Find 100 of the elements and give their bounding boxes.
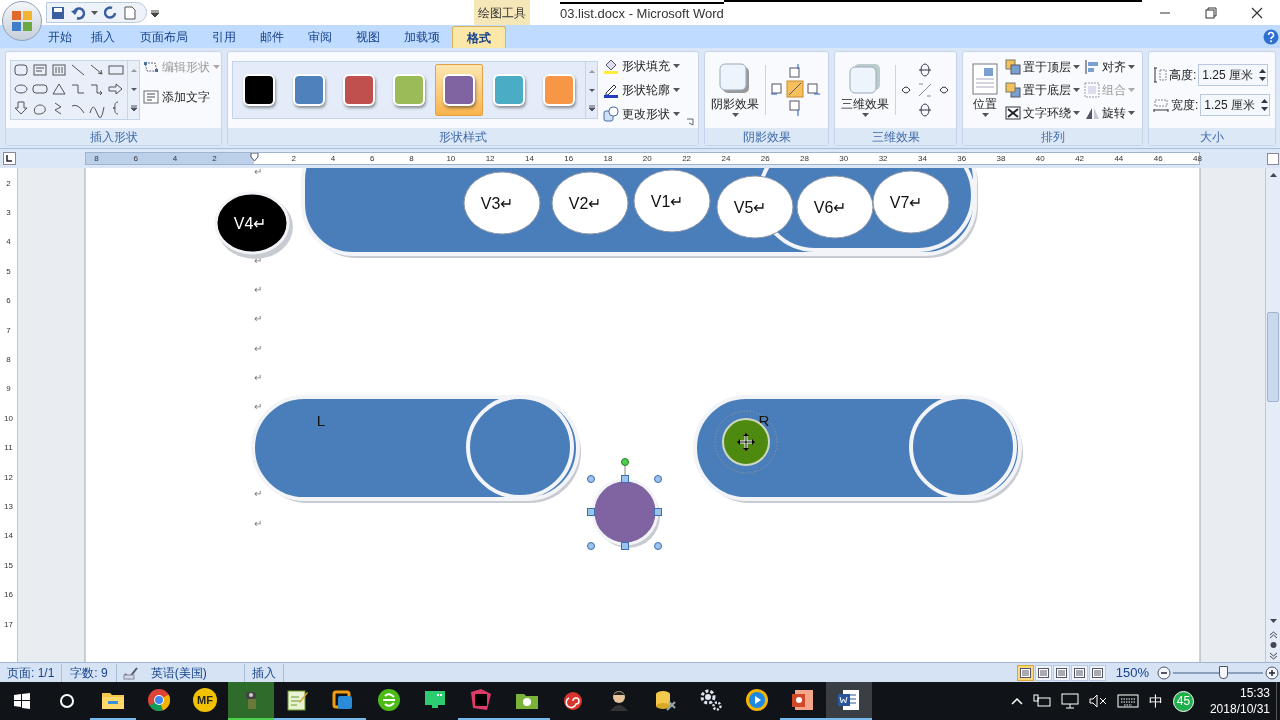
ribbon-tab[interactable]: 插入 (78, 26, 128, 48)
chevron-up-icon[interactable] (1010, 697, 1023, 705)
help-icon[interactable] (1263, 29, 1279, 45)
speaker-muted-icon[interactable] (1088, 694, 1107, 708)
ruler-number: 2 (290, 153, 297, 164)
spinner-icon[interactable] (1261, 97, 1269, 113)
presentation-icon (791, 688, 815, 712)
keyboard-icon[interactable] (1116, 694, 1139, 708)
taskbar-app-button[interactable] (826, 682, 872, 720)
node-circle[interactable] (214, 191, 293, 259)
ruler-number: 10 (4, 412, 13, 425)
group-label: 插入形状 (6, 128, 221, 145)
spinner-icon[interactable] (1259, 67, 1267, 83)
page-count[interactable]: 页面: 1/1 (0, 663, 63, 682)
ruler-number: 26 (759, 153, 771, 164)
insert-mode-indicator[interactable]: 插入 (244, 663, 284, 682)
ruler-number: 42 (1074, 153, 1086, 164)
arrange-command-button[interactable]: 旋转 (1084, 104, 1135, 122)
input-method-indicator[interactable]: 中 (1148, 690, 1163, 712)
circle-shape[interactable] (591, 478, 660, 548)
node-circle[interactable] (796, 175, 874, 239)
size-input-field[interactable]: 1.25 厘米 (1198, 64, 1269, 86)
front-arrange-icon (1005, 59, 1021, 75)
3d-effects-button[interactable]: 三维效果 (839, 63, 891, 117)
dropdown-arrow-icon (1073, 65, 1080, 69)
network-icon[interactable] (1060, 693, 1079, 709)
ribbon-tab[interactable]: 加载项 (392, 26, 452, 48)
dropdown-arrow-icon[interactable] (91, 10, 98, 15)
print-layout-icon (1019, 667, 1031, 678)
node-label: V4↵ (233, 215, 267, 232)
clock-date[interactable]: 2018/10/31 (1209, 701, 1270, 717)
ribbon-command-button[interactable]: 更改形状 (603, 105, 680, 123)
ruler-number: 38 (995, 153, 1007, 164)
word-count[interactable]: 字数: 9 (62, 663, 117, 682)
selection-handles[interactable] (587, 458, 662, 550)
arrange-command-button[interactable]: 对齐 (1084, 58, 1135, 76)
clock-time[interactable]: 15:33 (1239, 685, 1270, 701)
ribbon-tab[interactable]: 邮件 (248, 26, 296, 48)
ruler-number: 16 (4, 589, 13, 602)
zoom-slider-thumb[interactable] (1218, 665, 1228, 679)
node-circle[interactable] (716, 175, 794, 239)
ruler-number: 8 (6, 354, 11, 367)
style-swatch[interactable] (435, 64, 483, 116)
ribbon-tab[interactable]: 引用 (200, 26, 248, 48)
node-circle[interactable] (872, 170, 950, 234)
ribbon-tab[interactable]: 视图 (344, 26, 392, 48)
dropdown-arrow-icon (1128, 88, 1135, 92)
ruler-number: 6 (6, 295, 11, 308)
small-circle-shape[interactable] (714, 410, 778, 474)
arrange-command-button[interactable]: 文字环绕 (1005, 104, 1080, 122)
ruler-toggle-icon[interactable] (1266, 152, 1279, 165)
shadow-effects-button[interactable]: 阴影效果 (709, 63, 761, 117)
battery-icon[interactable] (1032, 694, 1051, 708)
language-indicator[interactable]: 英语(美国) (144, 663, 245, 682)
dialog-launcher-icon[interactable] (686, 118, 694, 126)
scroll-thumb[interactable] (1267, 312, 1279, 402)
position-button[interactable]: 位置 (967, 63, 1003, 117)
view-button[interactable] (1070, 664, 1088, 681)
tab-selector-icon[interactable] (2, 152, 16, 165)
view-button[interactable] (1034, 664, 1052, 681)
restore-icon[interactable] (1205, 6, 1217, 19)
ribbon-tab[interactable]: 开始 (42, 26, 78, 48)
ribbon-tab[interactable]: 审阅 (296, 26, 344, 48)
add-text-button[interactable]: 添加文字 (143, 88, 220, 106)
shape-gallery-drawing[interactable] (11, 61, 127, 119)
close-icon[interactable] (1251, 6, 1263, 19)
save-icon[interactable] (51, 5, 65, 20)
redo-icon[interactable] (104, 5, 118, 20)
node-circle[interactable] (633, 169, 711, 233)
view-button[interactable] (1088, 664, 1106, 681)
arrange-command-button[interactable]: 置于顶层 (1005, 58, 1080, 76)
size-input-field[interactable]: 1.25 厘米 (1200, 94, 1271, 116)
ribbon-command-button[interactable]: 形状轮廓 (603, 81, 680, 99)
customize-arrow-icon[interactable] (151, 8, 159, 17)
ruler-number: 6 (132, 153, 139, 164)
ruler-number: 3 (6, 207, 11, 220)
dropdown-arrow-icon (1128, 111, 1135, 115)
width-icon (1153, 98, 1169, 112)
taskbar-app-button[interactable]: MF (182, 682, 228, 720)
tilt-controls-drawing[interactable] (900, 62, 950, 118)
zoom-slider[interactable] (1173, 665, 1263, 680)
field-label: 高度: (1169, 67, 1197, 84)
proofing-check-icon[interactable] (122, 665, 139, 680)
windows-logo-icon[interactable] (14, 693, 30, 709)
view-button[interactable] (1052, 664, 1070, 681)
zoom-out-icon[interactable] (1157, 665, 1171, 680)
zoom-in-icon[interactable] (1265, 665, 1279, 680)
ribbon-tab[interactable]: 格式 (452, 26, 506, 48)
new-document-icon[interactable] (124, 5, 136, 20)
view-button[interactable] (1016, 664, 1034, 681)
ribbon-command-button[interactable]: 形状填充 (603, 57, 680, 75)
arrange-command-button[interactable]: 置于底层 (1005, 81, 1080, 99)
ruler-number: 11 (4, 442, 13, 455)
search-icon[interactable] (59, 693, 75, 709)
node-circle[interactable] (551, 171, 629, 235)
vertical-scrollbar[interactable] (1265, 168, 1280, 662)
zoom-level[interactable]: 150% (1115, 662, 1149, 683)
node-circle[interactable] (463, 171, 541, 235)
ribbon-tab[interactable]: 页面布局 (128, 26, 200, 48)
undo-icon[interactable] (71, 5, 85, 20)
